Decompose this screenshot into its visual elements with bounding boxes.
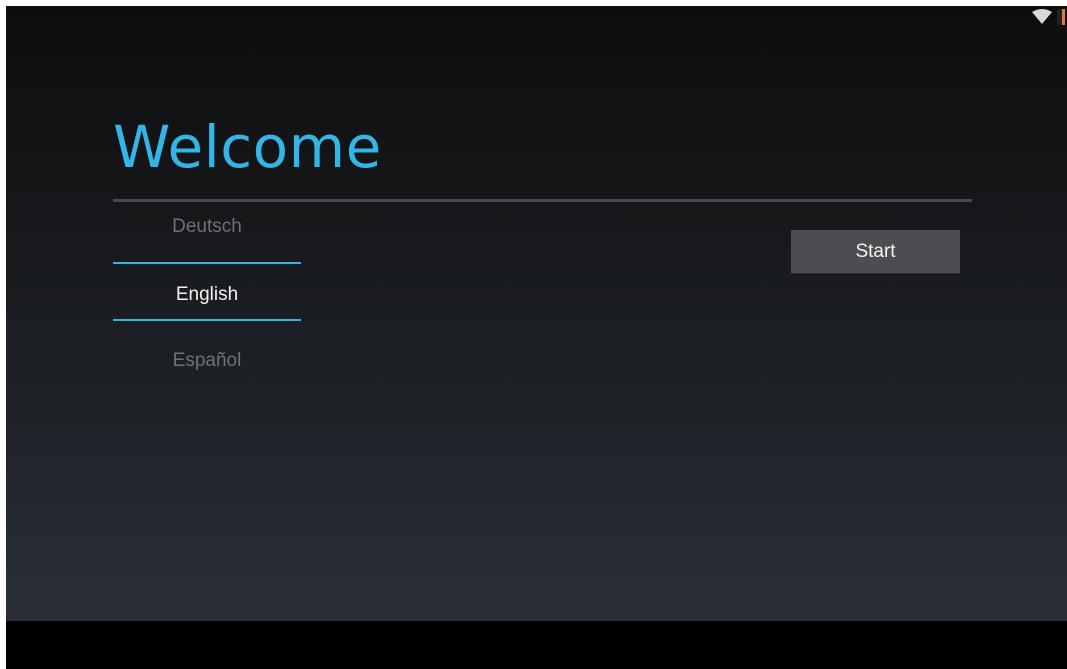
start-button[interactable]: Start — [791, 230, 960, 274]
picker-selection-line-bottom — [113, 319, 301, 321]
language-option-deutsch[interactable]: Deutsch — [113, 216, 301, 238]
language-picker[interactable]: Deutsch English Español — [113, 202, 301, 402]
navigation-bar — [6, 621, 1067, 669]
language-option-espanol[interactable]: Español — [113, 350, 301, 372]
wifi-icon — [1032, 9, 1052, 24]
welcome-title: Welcome — [113, 113, 382, 181]
battery-icon — [1057, 9, 1065, 25]
picker-selection-line-top — [113, 262, 301, 264]
language-option-english[interactable]: English — [113, 284, 301, 306]
status-bar — [1031, 6, 1067, 28]
setup-wizard-screen: Welcome Deutsch English Español Start — [6, 6, 1067, 621]
